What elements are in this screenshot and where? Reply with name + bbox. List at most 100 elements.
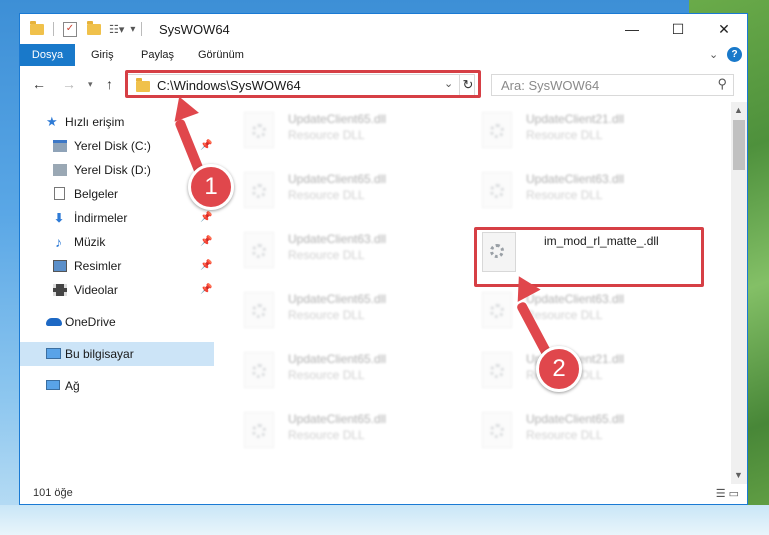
- file-name: UpdateClient65.dll: [288, 112, 387, 126]
- recent-locations-icon[interactable]: ▾: [88, 79, 93, 90]
- nav-item-label: Belgeler: [74, 187, 119, 201]
- file-item[interactable]: UpdateClient65.dll Resource DLL: [482, 412, 702, 468]
- divider: [141, 22, 143, 36]
- computer-icon: [46, 348, 61, 359]
- file-item[interactable]: UpdateClient65.dll Resource DLL: [244, 352, 464, 408]
- customize-toolbar-icon[interactable]: ☷▾: [109, 23, 124, 36]
- forward-arrow-icon[interactable]: →: [62, 76, 76, 92]
- nav-item-pictures[interactable]: Resimler 📌: [20, 254, 214, 278]
- nav-item-local-disk-d[interactable]: Yerel Disk (D:): [20, 158, 214, 182]
- file-type: Resource DLL: [288, 428, 365, 442]
- dll-file-icon: [244, 232, 274, 268]
- item-count: 101 öğe: [33, 487, 73, 499]
- dll-file-icon: [244, 172, 274, 208]
- music-note-icon: ♪: [55, 234, 62, 250]
- file-type: Resource DLL: [288, 248, 365, 262]
- nav-item-label: Yerel Disk (C:): [74, 139, 151, 153]
- maximize-button[interactable]: ☐: [655, 14, 701, 44]
- file-name: UpdateClient65.dll: [288, 412, 387, 426]
- star-icon: ★: [46, 114, 58, 129]
- scroll-down-icon[interactable]: ▼: [734, 470, 743, 480]
- nav-network[interactable]: Ağ: [20, 374, 214, 398]
- file-item[interactable]: UpdateClient63.dll Resource DLL: [244, 232, 464, 288]
- nav-item-label: İndirmeler: [74, 211, 128, 225]
- pin-icon[interactable]: 📌: [200, 278, 212, 302]
- file-item[interactable]: UpdateClient65.dll Resource DLL: [244, 412, 464, 468]
- scrollbar-thumb[interactable]: [733, 120, 745, 170]
- dll-file-icon: [482, 412, 512, 448]
- dll-file-icon: [244, 292, 274, 328]
- nav-item-label: Yerel Disk (D:): [74, 163, 151, 177]
- help-icon[interactable]: ?: [727, 47, 742, 62]
- nav-this-pc[interactable]: Bu bilgisayar: [20, 342, 214, 366]
- file-type: Resource DLL: [288, 368, 365, 382]
- nav-this-pc-label: Bu bilgisayar: [65, 347, 134, 361]
- title-bar: ✓ ☷▾ ▾ SysWOW64 — ☐ ✕: [20, 14, 747, 44]
- file-name: UpdateClient63.dll: [526, 172, 625, 186]
- nav-item-videos[interactable]: Videolar 📌: [20, 278, 214, 302]
- file-type: Resource DLL: [288, 128, 365, 142]
- pin-icon[interactable]: 📌: [200, 134, 212, 158]
- file-type: Resource DLL: [526, 428, 603, 442]
- ribbon-tabs: Dosya Giriş Paylaş Görünüm ⌄ ?: [20, 44, 747, 66]
- file-name: UpdateClient21.dll: [526, 112, 625, 126]
- pin-icon[interactable]: 📌: [200, 230, 212, 254]
- tab-home[interactable]: Giriş: [91, 44, 114, 66]
- drive-icon: [53, 164, 67, 176]
- cloud-icon: [46, 318, 62, 326]
- tab-file[interactable]: Dosya: [20, 44, 75, 66]
- dll-file-icon: [482, 172, 512, 208]
- navigation-pane: ★ Hızlı erişim Yerel Disk (C:) 📌 Yerel D…: [20, 104, 214, 484]
- nav-quick-access-label: Hızlı erişim: [65, 115, 125, 129]
- expand-ribbon-icon[interactable]: ⌄: [709, 44, 718, 66]
- file-type: Resource DLL: [526, 128, 603, 142]
- new-folder-icon[interactable]: [87, 20, 101, 35]
- file-item[interactable]: UpdateClient63.dll Resource DLL: [482, 172, 702, 228]
- search-icon[interactable]: ⚲: [717, 76, 727, 92]
- step-1-badge: 1: [188, 164, 234, 210]
- file-item[interactable]: UpdateClient21.dll Resource DLL: [482, 352, 702, 408]
- scroll-up-icon[interactable]: ▲: [734, 105, 743, 115]
- dll-file-icon: [482, 292, 512, 328]
- nav-item-documents[interactable]: Belgeler 📌: [20, 182, 214, 206]
- toolbar-dropdown-icon[interactable]: ▾: [130, 24, 135, 35]
- nav-onedrive-label: OneDrive: [65, 315, 116, 329]
- back-arrow-icon[interactable]: ←: [32, 76, 46, 92]
- file-item[interactable]: UpdateClient65.dll Resource DLL: [244, 292, 464, 348]
- tab-share[interactable]: Paylaş: [141, 44, 174, 66]
- file-type: Resource DLL: [526, 308, 603, 322]
- dll-file-icon: [244, 352, 274, 388]
- pin-icon[interactable]: 📌: [200, 254, 212, 278]
- search-input[interactable]: Ara: SysWOW64: [501, 78, 599, 93]
- nav-item-label: Videolar: [74, 283, 118, 297]
- up-arrow-icon[interactable]: ↑: [106, 76, 113, 92]
- file-item[interactable]: UpdateClient21.dll Resource DLL: [482, 112, 702, 168]
- file-item[interactable]: UpdateClient65.dll Resource DLL: [244, 172, 464, 228]
- file-type: Resource DLL: [288, 188, 365, 202]
- file-name: UpdateClient65.dll: [526, 412, 625, 426]
- file-name: UpdateClient63.dll: [526, 292, 625, 306]
- nav-item-music[interactable]: ♪ Müzik 📌: [20, 230, 214, 254]
- quick-access-toolbar: ✓ ☷▾ ▾: [30, 20, 143, 38]
- file-item[interactable]: UpdateClient65.dll Resource DLL: [244, 112, 464, 168]
- pictures-icon: [53, 260, 67, 272]
- vertical-scrollbar[interactable]: ▲ ▼: [731, 102, 747, 484]
- minimize-button[interactable]: —: [609, 14, 655, 44]
- properties-icon[interactable]: ✓: [63, 21, 77, 37]
- file-item[interactable]: UpdateClient63.dll Resource DLL: [482, 292, 702, 348]
- network-icon: [46, 380, 60, 390]
- nav-network-label: Ağ: [65, 379, 80, 393]
- tab-view[interactable]: Görünüm: [198, 44, 244, 66]
- view-toggle-icons[interactable]: ☰ ▭: [716, 487, 739, 500]
- file-name: UpdateClient65.dll: [288, 292, 387, 306]
- nav-item-downloads[interactable]: ⬇ İndirmeler 📌: [20, 206, 214, 230]
- folder-icon: [30, 20, 44, 35]
- nav-onedrive[interactable]: OneDrive: [20, 310, 214, 334]
- step-2-badge: 2: [536, 346, 582, 392]
- nav-item-label: Resimler: [74, 259, 122, 273]
- file-type: Resource DLL: [526, 188, 603, 202]
- file-name: UpdateClient65.dll: [288, 352, 387, 366]
- file-name: UpdateClient63.dll: [288, 232, 387, 246]
- search-box[interactable]: Ara: SysWOW64 ⚲: [491, 74, 734, 96]
- close-button[interactable]: ✕: [701, 14, 747, 44]
